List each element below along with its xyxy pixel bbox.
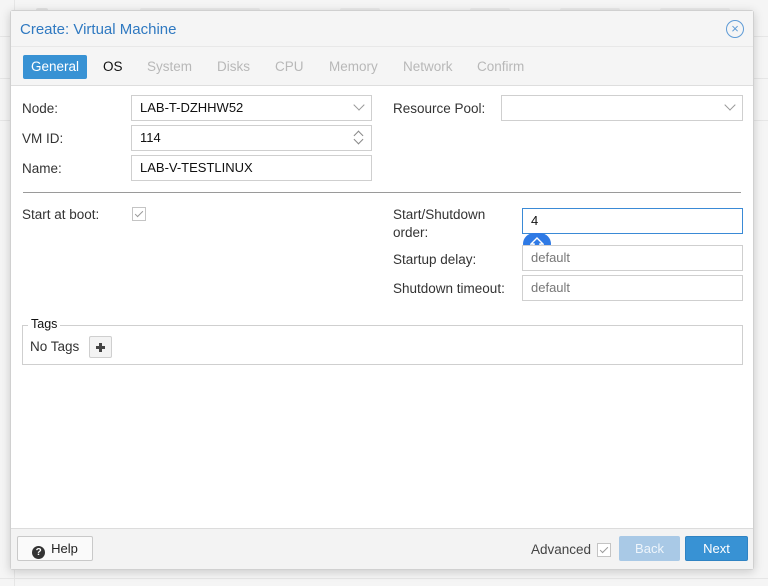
tab-general[interactable]: General [23, 55, 88, 79]
name-label: Name: [22, 161, 62, 176]
chevron-down-icon [724, 99, 736, 111]
node-select[interactable]: LAB-T-DZHHW52 [131, 95, 372, 121]
background-divider [0, 578, 768, 579]
vmid-label: VM ID: [22, 131, 64, 146]
dialog-header: Create: Virtual Machine × [11, 11, 753, 47]
back-button[interactable]: Back [619, 536, 680, 561]
vmid-value: 114 [140, 130, 161, 145]
tab-divider [11, 85, 753, 86]
checkmark-icon [134, 208, 144, 218]
create-vm-dialog: Create: Virtual Machine × General OS Sys… [10, 10, 754, 570]
help-label: Help [51, 541, 78, 556]
node-value: LAB-T-DZHHW52 [140, 100, 244, 115]
resource-pool-select[interactable] [501, 95, 743, 121]
chevron-down-icon [353, 99, 365, 111]
wizard-tabs: General OS System Disks CPU Memory Netwo… [11, 47, 753, 85]
dialog-title: Create: Virtual Machine [20, 21, 177, 38]
plus-icon[interactable] [89, 336, 112, 358]
start-order-label-1: Start/Shutdown [393, 207, 486, 222]
start-order-label-2: order: [393, 225, 429, 240]
next-button[interactable]: Next [685, 536, 748, 561]
startup-delay-placeholder: default [531, 250, 571, 265]
close-icon[interactable]: × [726, 20, 744, 38]
startup-delay-label: Startup delay: [393, 252, 477, 267]
name-input[interactable]: LAB-V-TESTLINUX [131, 155, 372, 181]
startup-delay-input[interactable]: default [522, 245, 743, 271]
shutdown-timeout-placeholder: default [531, 280, 571, 295]
tags-fieldset [22, 325, 743, 365]
tab-network[interactable]: Network [395, 55, 461, 79]
tab-disks[interactable]: Disks [209, 55, 258, 79]
shutdown-timeout-label: Shutdown timeout: [393, 281, 505, 296]
tab-os[interactable]: OS [95, 55, 131, 79]
shutdown-timeout-input[interactable]: default [522, 275, 743, 301]
no-tags-text: No Tags [30, 339, 80, 354]
checkmark-icon [599, 544, 609, 554]
tab-system[interactable]: System [139, 55, 200, 79]
vmid-spinner[interactable]: 114 [131, 125, 372, 151]
section-divider [23, 192, 741, 193]
help-button[interactable]: ? Help [17, 536, 93, 561]
advanced-checkbox[interactable] [597, 543, 611, 557]
tab-cpu[interactable]: CPU [267, 55, 312, 79]
node-label: Node: [22, 101, 59, 116]
tab-memory[interactable]: Memory [321, 55, 386, 79]
start-order-value: 4 [531, 213, 539, 228]
start-at-boot-checkbox[interactable] [132, 207, 146, 221]
name-value: LAB-V-TESTLINUX [140, 160, 253, 175]
advanced-label: Advanced [531, 542, 592, 557]
resource-pool-label: Resource Pool: [393, 101, 486, 116]
tags-legend: Tags [28, 317, 61, 331]
start-at-boot-label: Start at boot: [22, 207, 100, 222]
start-order-input[interactable]: 4 [522, 208, 743, 234]
help-icon: ? [32, 546, 46, 559]
tab-confirm[interactable]: Confirm [469, 55, 532, 79]
spinner-icon[interactable] [353, 129, 364, 147]
